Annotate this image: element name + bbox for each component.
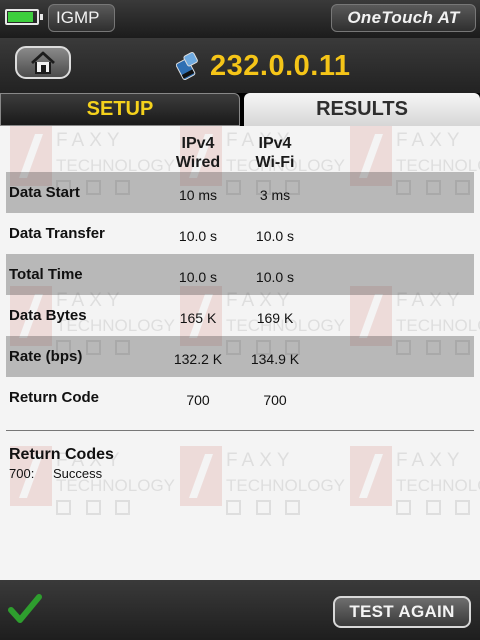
section-divider [6,430,474,431]
return-code-item: 700: Success [9,466,102,481]
test-mode-tab[interactable]: IGMP [48,4,115,32]
status-bar: IGMP OneTouch AT [0,0,480,38]
column-header-wifi: IPv4 Wi-Fi [240,134,310,172]
tab-bar: SETUP RESULTS [0,93,480,126]
header: 232.0.0.11 [0,38,480,93]
home-icon [31,51,55,74]
test-mode-label: IGMP [56,8,100,27]
wifi-value: 700 [263,392,287,408]
table-row: Data Start 10 ms 3 ms [6,172,474,213]
table-row: Data Transfer 10.0 s 10.0 s [6,213,474,254]
table-row: Data Bytes 165 K 169 K [6,295,474,336]
setup-panel: FAXYTECHNOLOGYFAXYTECHNOLOGYFAXYTECHNOLO… [0,126,480,580]
multicast-group-icon [176,51,198,81]
wired-value: 165 K [179,310,217,326]
column-header-wifi-line1: IPv4 [258,135,292,152]
row-label: Data Transfer [9,225,105,242]
tab-setup[interactable]: SETUP [0,93,240,126]
table-row: Rate (bps) 132.2 K 134.9 K [6,336,474,377]
test-again-button[interactable]: TEST AGAIN [333,596,471,628]
wifi-value: 10.0 s [255,228,295,244]
wired-value: 10.0 s [178,269,218,285]
row-label: Return Code [9,389,99,406]
tab-results-label: RESULTS [316,98,408,120]
wired-value: 10 ms [178,187,218,203]
battery-level-fill [8,12,33,22]
row-label: Data Start [9,184,80,201]
row-label: Total Time [9,266,83,283]
wifi-value: 10.0 s [255,269,295,285]
wifi-value: 134.9 K [250,351,300,367]
battery-icon [5,9,43,25]
column-header-wired-line2: Wired [175,154,221,171]
test-target: 232.0.0.11 [176,48,350,84]
wired-value: 132.2 K [173,351,223,367]
watermark-logo: FAXYTECHNOLOGY [350,446,480,576]
column-header-wired-line1: IPv4 [181,135,215,152]
row-label: Rate (bps) [9,348,83,365]
row-label: Data Bytes [9,307,87,324]
test-again-label: TEST AGAIN [349,602,455,621]
bottom-bar: TEST AGAIN [0,580,480,640]
wired-value: 700 [186,392,210,408]
return-code-text: Success [53,466,103,481]
column-header-wifi-line2: Wi-Fi [255,154,295,171]
brand-label: OneTouch AT [347,8,460,27]
table-row: Total Time 10.0 s 10.0 s [6,254,474,295]
table-row: Return Code 700 700 [6,377,474,418]
return-codes-title: Return Codes [9,446,114,463]
wifi-value: 169 K [256,310,294,326]
tab-setup-label: SETUP [86,98,154,120]
column-header-wired: IPv4 Wired [163,134,233,172]
brand-badge[interactable]: OneTouch AT [331,4,476,32]
tab-results[interactable]: RESULTS [244,93,480,126]
watermark-logo: FAXYTECHNOLOGY [180,446,345,576]
target-address: 232.0.0.11 [210,49,351,82]
checkmark-icon [8,594,42,623]
return-code-number: 700: [9,466,35,481]
wired-value: 10.0 s [178,228,218,244]
wifi-value: 3 ms [259,187,291,203]
home-button[interactable] [15,46,71,79]
